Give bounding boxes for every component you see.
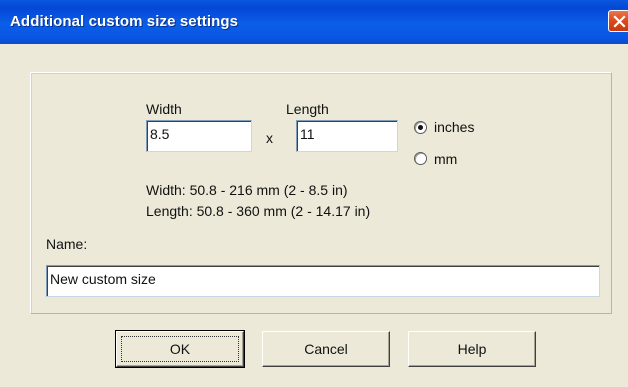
inches-label[interactable]: inches — [434, 119, 474, 135]
times-symbol: x — [266, 130, 273, 146]
close-icon — [613, 15, 626, 28]
ok-button[interactable]: OK — [115, 330, 245, 368]
width-input[interactable]: 8.5 — [146, 120, 252, 152]
title-bar[interactable]: Additional custom size settings — [0, 0, 628, 44]
length-limits-text: Length: 50.8 - 360 mm (2 - 14.17 in) — [146, 203, 371, 219]
ok-button-label: OK — [169, 341, 191, 357]
cancel-button-label: Cancel — [304, 341, 348, 357]
radio-selected-dot — [418, 125, 423, 130]
dialog-window: Additional custom size settings Width 8.… — [0, 0, 628, 387]
help-button[interactable]: Help — [408, 331, 536, 367]
cancel-button[interactable]: Cancel — [262, 331, 390, 367]
window-title: Additional custom size settings — [10, 13, 239, 30]
name-label: Name: — [46, 236, 88, 252]
help-button-label: Help — [457, 341, 487, 357]
length-label: Length — [286, 101, 329, 117]
mm-radio[interactable] — [414, 152, 427, 165]
name-input[interactable]: New custom size — [46, 265, 600, 297]
length-input[interactable]: 11 — [296, 120, 398, 152]
width-label: Width — [146, 101, 182, 117]
width-limits-text: Width: 50.8 - 216 mm (2 - 8.5 in) — [146, 182, 348, 198]
close-button[interactable] — [608, 10, 628, 32]
inches-radio[interactable] — [414, 121, 427, 134]
mm-label[interactable]: mm — [434, 151, 457, 167]
